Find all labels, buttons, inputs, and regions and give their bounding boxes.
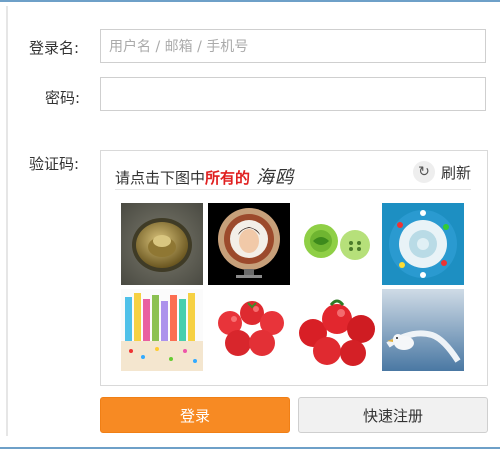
cherry-tomatoes-image: [208, 289, 290, 371]
refresh-label: 刷新: [440, 163, 471, 182]
refresh-button[interactable]: ↻ 刷新: [412, 161, 471, 183]
left-divider: [6, 6, 8, 436]
golden-ingot-image: [121, 203, 203, 285]
captcha-tile-birthday-candles[interactable]: [121, 289, 203, 371]
refresh-icon: ↻: [412, 161, 435, 183]
portrait-plate-image: [208, 203, 290, 285]
password-label: 密码:: [45, 89, 81, 107]
prompt-target-word: 海鸥: [256, 167, 295, 188]
top-border: [0, 0, 500, 2]
password-input[interactable]: [100, 77, 486, 111]
register-button[interactable]: 快速注册: [298, 397, 488, 433]
username-label: 登录名:: [29, 39, 80, 57]
captcha-prompt: 请点击下图中所有的 海鸥: [115, 163, 294, 189]
captcha-panel: 请点击下图中所有的 海鸥 ↻ 刷新: [100, 150, 488, 386]
prompt-prefix: 请点击下图中: [115, 169, 206, 187]
red-tomatoes-image: [295, 289, 377, 371]
captcha-tile-portrait-plate[interactable]: [208, 203, 290, 285]
green-buttons-image: [295, 203, 377, 285]
blue-plate-image: [382, 203, 464, 285]
captcha-tile-cherry-tomatoes[interactable]: [208, 289, 290, 371]
birthday-candles-image: [121, 289, 203, 371]
username-placeholder: 用户名 / 邮箱 / 手机号: [109, 39, 249, 55]
bottom-border: [0, 447, 500, 449]
captcha-tile-red-tomatoes[interactable]: [295, 289, 377, 371]
captcha-tile-blue-plate[interactable]: [382, 203, 464, 285]
captcha-header: 请点击下图中所有的 海鸥 ↻ 刷新: [115, 159, 471, 190]
captcha-tile-seagull[interactable]: [382, 289, 464, 371]
captcha-tile-golden-ingot[interactable]: [121, 203, 203, 285]
seagull-image: [382, 289, 464, 371]
captcha-label: 验证码:: [29, 155, 80, 173]
username-input[interactable]: 用户名 / 邮箱 / 手机号: [100, 29, 486, 63]
login-button[interactable]: 登录: [100, 397, 290, 433]
captcha-tile-green-buttons[interactable]: [295, 203, 377, 285]
prompt-highlight: 所有的: [205, 169, 251, 187]
